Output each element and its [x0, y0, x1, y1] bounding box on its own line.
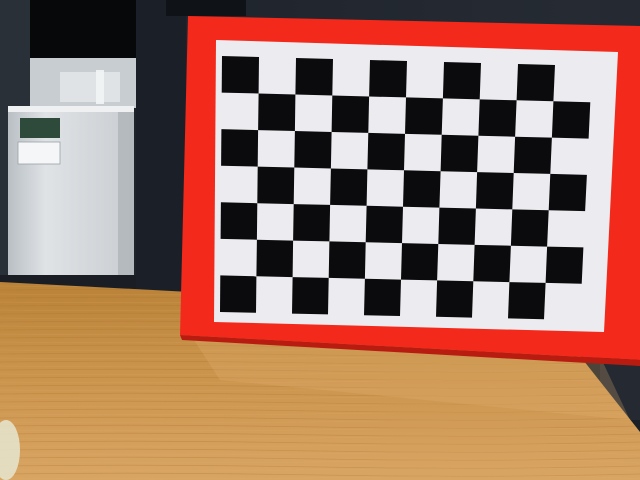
checker-square — [438, 207, 476, 245]
checker-square — [508, 282, 546, 320]
dark-window — [30, 0, 136, 58]
checker-square — [475, 172, 514, 210]
checker-square — [293, 204, 331, 242]
checker-square — [442, 62, 481, 100]
fridge-side-shadow — [118, 112, 134, 280]
checker-square — [330, 168, 368, 206]
checker-square — [294, 131, 332, 169]
fridge-label — [17, 141, 61, 165]
checker-square — [364, 278, 401, 316]
fridge-top-edge — [8, 106, 134, 112]
checker-square — [331, 95, 370, 133]
fridge-panel — [20, 118, 60, 138]
checker-square — [401, 243, 439, 281]
checker-square — [545, 246, 584, 284]
checker-square — [221, 129, 259, 167]
checker-square — [220, 275, 257, 313]
checker-square — [478, 99, 517, 137]
photo-canvas — [0, 0, 640, 480]
checker-square — [258, 93, 296, 131]
checker-square — [295, 58, 333, 96]
checker-square — [510, 209, 549, 247]
checker-square — [292, 277, 329, 315]
checker-square — [220, 202, 258, 240]
checker-square — [369, 60, 407, 98]
checker-square — [548, 173, 587, 212]
checker-square — [367, 132, 405, 171]
checker-square — [516, 64, 555, 102]
pillar — [136, 0, 186, 292]
checker-square — [405, 97, 443, 135]
checker-square — [436, 280, 474, 318]
checker-square — [365, 205, 403, 244]
bottle — [96, 70, 104, 104]
checker-square — [221, 56, 259, 94]
shelf-items — [60, 72, 120, 102]
top-box — [166, 0, 246, 16]
checker-square — [473, 244, 511, 283]
checker-square — [440, 134, 479, 173]
checker-square — [551, 101, 591, 139]
photo-scene — [0, 0, 640, 480]
checker-square — [257, 166, 295, 205]
checker-square — [513, 136, 552, 174]
checker-square — [328, 241, 366, 279]
checker-square — [403, 170, 441, 208]
checker-square — [256, 239, 294, 278]
